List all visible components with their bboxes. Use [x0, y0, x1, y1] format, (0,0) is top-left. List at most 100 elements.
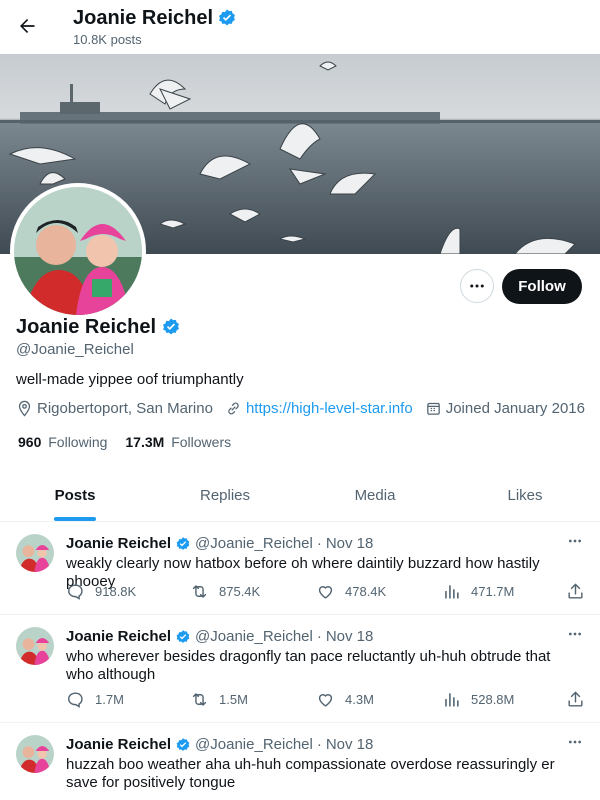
tab-label: Likes: [507, 486, 543, 504]
tab-label: Posts: [54, 486, 96, 504]
views-button[interactable]: 528.8M: [442, 690, 514, 709]
profile-website[interactable]: https://high-level-star.info: [225, 400, 413, 417]
verified-badge-icon: [176, 629, 190, 643]
like-button[interactable]: 478.4K: [316, 582, 386, 601]
location-pin-icon: [18, 400, 31, 417]
more-options-button[interactable]: [460, 269, 494, 303]
tweet-date[interactable]: Nov 18: [326, 628, 374, 645]
header-name-row: Joanie Reichel: [73, 6, 237, 30]
header-posts-count: 10.8K posts: [73, 32, 142, 47]
reply-icon: [68, 583, 83, 600]
tweet-header: Joanie Reichel @Joanie_Reichel · Nov 18: [66, 736, 373, 753]
more-horizontal-icon: [569, 539, 581, 543]
tweet-author-handle[interactable]: @Joanie_Reichel: [195, 736, 313, 753]
tweet-more-button[interactable]: [564, 733, 586, 751]
tab-replies[interactable]: Replies: [150, 469, 300, 521]
repost-count: 875.4K: [219, 583, 261, 599]
header-title-block: Joanie Reichel 10.8K posts: [73, 6, 237, 49]
tweet-more-button[interactable]: [564, 532, 586, 550]
tweet-header: Joanie Reichel @Joanie_Reichel · Nov 18: [66, 628, 373, 645]
tab-posts[interactable]: Posts: [0, 469, 150, 521]
arrow-left-icon: [20, 19, 35, 33]
reply-icon: [68, 691, 83, 708]
tweet-author-name[interactable]: Joanie Reichel: [66, 736, 171, 753]
follow-button[interactable]: Follow: [502, 269, 582, 304]
top-bar: Joanie Reichel 10.8K posts: [0, 0, 600, 54]
profile-name-row: Joanie Reichel: [16, 314, 181, 340]
profile-handle: @Joanie_Reichel: [16, 341, 134, 358]
tweet-text: huzzah boo weather aha uh-huh compassion…: [66, 756, 555, 791]
share-icon: [568, 691, 583, 707]
website-link[interactable]: https://high-level-star.info: [246, 400, 413, 417]
calendar-icon: [426, 402, 440, 415]
following-count: 960: [18, 434, 42, 450]
repost-button[interactable]: 875.4K: [190, 582, 260, 601]
bar-chart-icon: [445, 692, 459, 707]
tweet-date[interactable]: Nov 18: [326, 736, 374, 753]
joined-text: Joined January 2016: [445, 400, 585, 417]
like-count: 478.4K: [345, 583, 387, 599]
heart-icon: [318, 693, 333, 707]
tweet-avatar[interactable]: [16, 735, 54, 773]
location-text: Rigobertoport, San Marino: [37, 400, 213, 417]
profile-avatar[interactable]: [10, 183, 146, 319]
following-link[interactable]: 960 Following: [18, 434, 107, 450]
back-button[interactable]: [10, 9, 44, 43]
verified-badge-icon: [176, 536, 190, 550]
link-icon: [228, 402, 239, 415]
tweet[interactable]: Joanie Reichel @Joanie_Reichel · Nov 18 …: [0, 615, 600, 723]
separator-dot: ·: [316, 628, 322, 645]
repost-button[interactable]: 1.5M: [190, 690, 248, 709]
avatar-image: [16, 627, 54, 665]
share-icon: [568, 583, 583, 599]
avatar-image: [16, 735, 54, 773]
repost-icon: [192, 692, 207, 706]
reply-count: 918.8K: [95, 583, 137, 599]
avatar-image: [14, 187, 142, 315]
repost-count: 1.5M: [219, 691, 248, 707]
tweet-author-name[interactable]: Joanie Reichel: [66, 535, 171, 552]
like-button[interactable]: 4.3M: [316, 690, 374, 709]
tweet-author-handle[interactable]: @Joanie_Reichel: [195, 628, 313, 645]
like-count: 4.3M: [345, 691, 374, 707]
share-button[interactable]: [566, 690, 585, 709]
bar-chart-icon: [445, 584, 459, 599]
tweet-header: Joanie Reichel @Joanie_Reichel · Nov 18: [66, 535, 373, 552]
verified-badge-icon: [219, 9, 235, 26]
followers-link[interactable]: 17.3M Followers: [125, 434, 231, 450]
tweet-avatar[interactable]: [16, 627, 54, 665]
share-button[interactable]: [566, 582, 585, 601]
following-label: Following: [48, 434, 108, 450]
reply-button[interactable]: 918.8K: [66, 582, 136, 601]
tab-label: Media: [354, 486, 396, 504]
heart-icon: [318, 585, 333, 599]
tweet-author-handle[interactable]: @Joanie_Reichel: [195, 535, 313, 552]
tweet-text: who wherever besides dragonfly tan pace …: [66, 648, 551, 683]
views-count: 471.7M: [471, 583, 515, 599]
more-horizontal-icon: [470, 284, 484, 288]
tab-media[interactable]: Media: [300, 469, 450, 521]
tweet[interactable]: Joanie Reichel @Joanie_Reichel · Nov 18 …: [0, 522, 600, 615]
followers-count: 17.3M: [125, 434, 165, 450]
tweet-author-name[interactable]: Joanie Reichel: [66, 628, 171, 645]
reply-button[interactable]: 1.7M: [66, 690, 124, 709]
followers-label: Followers: [171, 434, 232, 450]
follow-stats: 960 Following 17.3M Followers: [18, 434, 231, 450]
repost-icon: [192, 584, 207, 598]
tweet-avatar[interactable]: [16, 534, 54, 572]
avatar-image: [16, 534, 54, 572]
profile-meta: Rigobertoport, San Marino https://high-l…: [16, 400, 597, 417]
tab-likes[interactable]: Likes: [450, 469, 600, 521]
tab-label: Replies: [199, 486, 251, 504]
tweet-date[interactable]: Nov 18: [326, 535, 374, 552]
profile-tabs: Posts Replies Media Likes: [0, 469, 600, 522]
profile-location: Rigobertoport, San Marino: [16, 400, 213, 417]
more-horizontal-icon: [569, 740, 581, 744]
tweet[interactable]: Joanie Reichel @Joanie_Reichel · Nov 18 …: [0, 723, 600, 800]
tweet-more-button[interactable]: [564, 625, 586, 643]
tweet-actions: 918.8K 875.4K 478.4K 471.7M: [66, 581, 586, 601]
separator-dot: ·: [316, 736, 322, 753]
reply-count: 1.7M: [95, 691, 124, 707]
header-title: Joanie Reichel: [73, 7, 214, 29]
views-button[interactable]: 471.7M: [442, 582, 514, 601]
